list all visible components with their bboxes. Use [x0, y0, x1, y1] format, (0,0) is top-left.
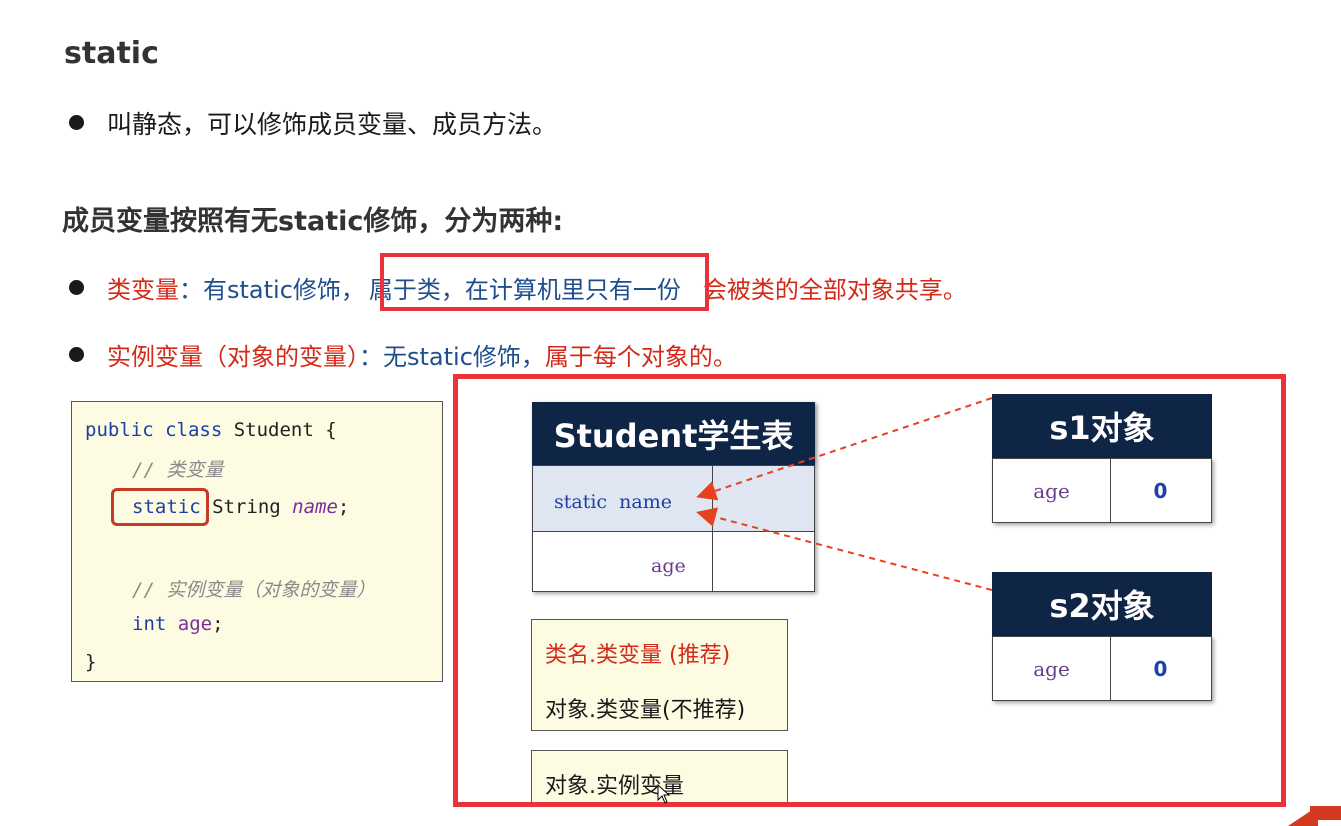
note-recommended: 类名.类变量 (推荐)	[545, 643, 731, 668]
note-not-recommended: 对象.类变量(不推荐)	[545, 698, 746, 723]
corner-decoration	[1310, 806, 1341, 820]
s1-arrow	[696, 397, 993, 501]
mouse-cursor-icon	[657, 784, 671, 804]
access-note-box: 类名.类变量 (推荐) 对象.类变量(不推荐)	[531, 619, 788, 731]
s2-arrow	[696, 507, 993, 591]
